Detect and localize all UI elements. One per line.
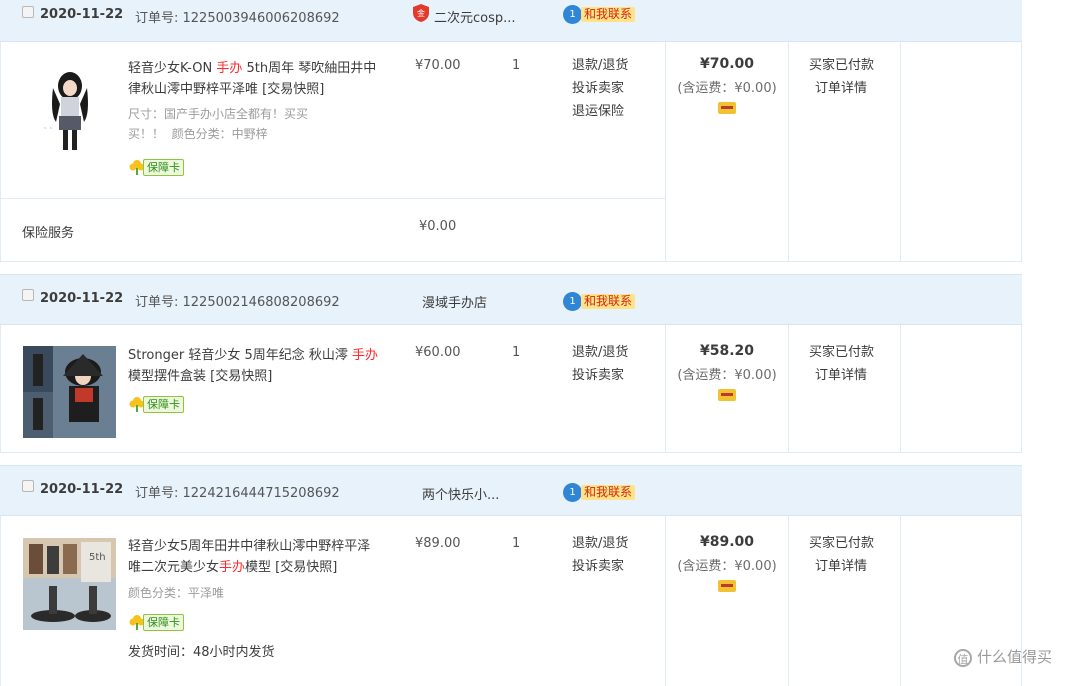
status-text: 买家已付款 <box>809 58 875 73</box>
svg-text:5th: 5th <box>89 552 106 563</box>
contact-label: 和我联系 <box>581 485 636 500</box>
product-thumbnail[interactable]: 5th <box>23 538 116 630</box>
total-amount: ¥89.00 <box>699 534 755 550</box>
order-total: ¥89.00 (含运费：¥0.00) <box>666 534 788 592</box>
shipping-fee: (含运费：¥0.00) <box>677 81 777 96</box>
chat-bubble-icon: 1 <box>563 483 582 502</box>
product-title[interactable]: 轻音少女K-ON 手办 5th周年 琴吹紬田井中律秋山澪中野梓平泽唯 [交易快照… <box>128 58 380 100</box>
order-actions: 退款/退货 投诉卖家 <box>572 341 628 387</box>
refund-link[interactable]: 退款/退货 <box>572 341 628 364</box>
shipping-time-note: 发货时间：48小时内发货 <box>128 645 275 660</box>
svg-text:金: 金 <box>417 8 425 18</box>
shop-name[interactable]: 漫域手办店 <box>422 292 487 311</box>
order-number: 订单号: 1224216444715208692 <box>135 486 340 501</box>
order-total: ¥58.20 (含运费：¥0.00) <box>666 343 788 401</box>
order-actions: 退款/退货 投诉卖家 <box>572 532 628 578</box>
shipping-fee: (含运费：¥0.00) <box>677 368 777 383</box>
order-detail-link[interactable]: 订单详情 <box>809 364 874 387</box>
refund-link[interactable]: 退款/退货 <box>572 532 628 555</box>
product-title[interactable]: Stronger 轻音少女 5周年纪念 秋山澪 手办模型摆件盒装 [交易快照] <box>128 345 380 387</box>
unit-price: ¥70.00 <box>415 58 461 73</box>
figure-image <box>23 346 116 438</box>
product-thumbnail[interactable]: ~ ~ <box>23 64 116 156</box>
order-detail-link[interactable]: 订单详情 <box>809 555 874 578</box>
quantity: 1 <box>512 345 521 360</box>
total-amount: ¥70.00 <box>699 56 755 72</box>
order-total: ¥70.00 (含运费：¥0.00) <box>666 56 788 114</box>
contact-label: 和我联系 <box>581 294 636 309</box>
return-insurance-link[interactable]: 退运保险 <box>572 100 628 123</box>
order-header: 2020-11-22 订单号: 1224216444715208692 两个快乐… <box>0 465 1022 516</box>
shop-name[interactable]: 二次元cosp... <box>434 7 516 26</box>
total-amount: ¥58.20 <box>699 343 755 359</box>
order-header: 2020-11-22 订单号: 1225003946006208692 金 二次… <box>0 0 1022 42</box>
complain-link[interactable]: 投诉卖家 <box>572 77 628 100</box>
chat-bubble-icon: 1 <box>563 5 582 24</box>
order-body: 5th 轻音少女5周年田井中律秋山澪中野梓平泽唯二次元美少女手办模型 [交易快照… <box>0 516 1022 686</box>
svg-text:~ ~: ~ ~ <box>43 126 53 132</box>
contact-label: 和我联系 <box>581 7 636 22</box>
order-body: Stronger 轻音少女 5周年纪念 秋山澪 手办模型摆件盒装 [交易快照] … <box>0 325 1022 453</box>
order-checkbox[interactable] <box>22 6 34 18</box>
insurance-price: ¥0.00 <box>419 219 457 234</box>
site-watermark: 值什么值得买 <box>954 646 1052 667</box>
zhide-logo-icon: 值 <box>954 648 972 667</box>
order-card: 2020-11-22 订单号: 1224216444715208692 两个快乐… <box>0 465 1022 686</box>
payment-card-icon[interactable] <box>718 389 736 401</box>
quantity: 1 <box>512 58 521 73</box>
chat-bubble-icon: 1 <box>563 292 582 311</box>
unit-price: ¥60.00 <box>415 345 461 360</box>
order-number: 订单号: 1225003946006208692 <box>135 11 340 26</box>
sku-info: 颜色分类：平泽唯 <box>128 586 225 600</box>
product-thumbnail[interactable] <box>23 346 116 438</box>
complain-link[interactable]: 投诉卖家 <box>572 555 628 578</box>
order-number: 订单号: 1225002146808208692 <box>135 295 340 310</box>
status-text: 买家已付款 <box>809 345 875 360</box>
order-body: ~ ~ 轻音少女K-ON 手办 5th周年 琴吹紬田井中律秋山澪中野梓平泽唯 [… <box>0 42 1022 262</box>
complain-link[interactable]: 投诉卖家 <box>572 364 628 387</box>
sku-info: 尺寸：国产手办小店全都有！买买买！！ 颜色分类：中野梓 <box>128 107 309 141</box>
guarantee-label: 保障卡 <box>143 159 184 176</box>
order-date: 2020-11-22 <box>40 7 124 22</box>
product-title[interactable]: 轻音少女5周年田井中律秋山澪中野梓平泽唯二次元美少女手办模型 [交易快照] <box>128 536 380 578</box>
shop-name[interactable]: 两个快乐小... <box>422 484 499 503</box>
order-card: 2020-11-22 订单号: 1225002146808208692 漫域手办… <box>0 274 1022 453</box>
order-date: 2020-11-22 <box>40 291 124 306</box>
refund-link[interactable]: 退款/退货 <box>572 54 628 77</box>
figure-image: ~ ~ <box>23 64 116 156</box>
unit-price: ¥89.00 <box>415 536 461 551</box>
figure-image: 5th <box>23 538 116 630</box>
order-status: 买家已付款 订单详情 <box>809 54 874 100</box>
quantity: 1 <box>512 536 521 551</box>
order-card: 2020-11-22 订单号: 1225003946006208692 金 二次… <box>0 0 1022 262</box>
status-text: 买家已付款 <box>809 536 875 551</box>
gold-seller-badge-icon: 金 <box>413 4 429 22</box>
order-date: 2020-11-22 <box>40 482 124 497</box>
payment-card-icon[interactable] <box>718 102 736 114</box>
order-header: 2020-11-22 订单号: 1225002146808208692 漫域手办… <box>0 274 1022 325</box>
order-status: 买家已付款 订单详情 <box>809 341 874 387</box>
payment-card-icon[interactable] <box>718 580 736 592</box>
shipping-fee: (含运费：¥0.00) <box>677 559 777 574</box>
order-actions: 退款/退货 投诉卖家 退运保险 <box>572 54 628 123</box>
order-status: 买家已付款 订单详情 <box>809 532 874 578</box>
order-checkbox[interactable] <box>22 480 34 492</box>
order-detail-link[interactable]: 订单详情 <box>809 77 874 100</box>
insurance-service: 保险服务 <box>22 226 75 241</box>
guarantee-label: 保障卡 <box>143 614 184 631</box>
order-checkbox[interactable] <box>22 289 34 301</box>
guarantee-label: 保障卡 <box>143 396 184 413</box>
